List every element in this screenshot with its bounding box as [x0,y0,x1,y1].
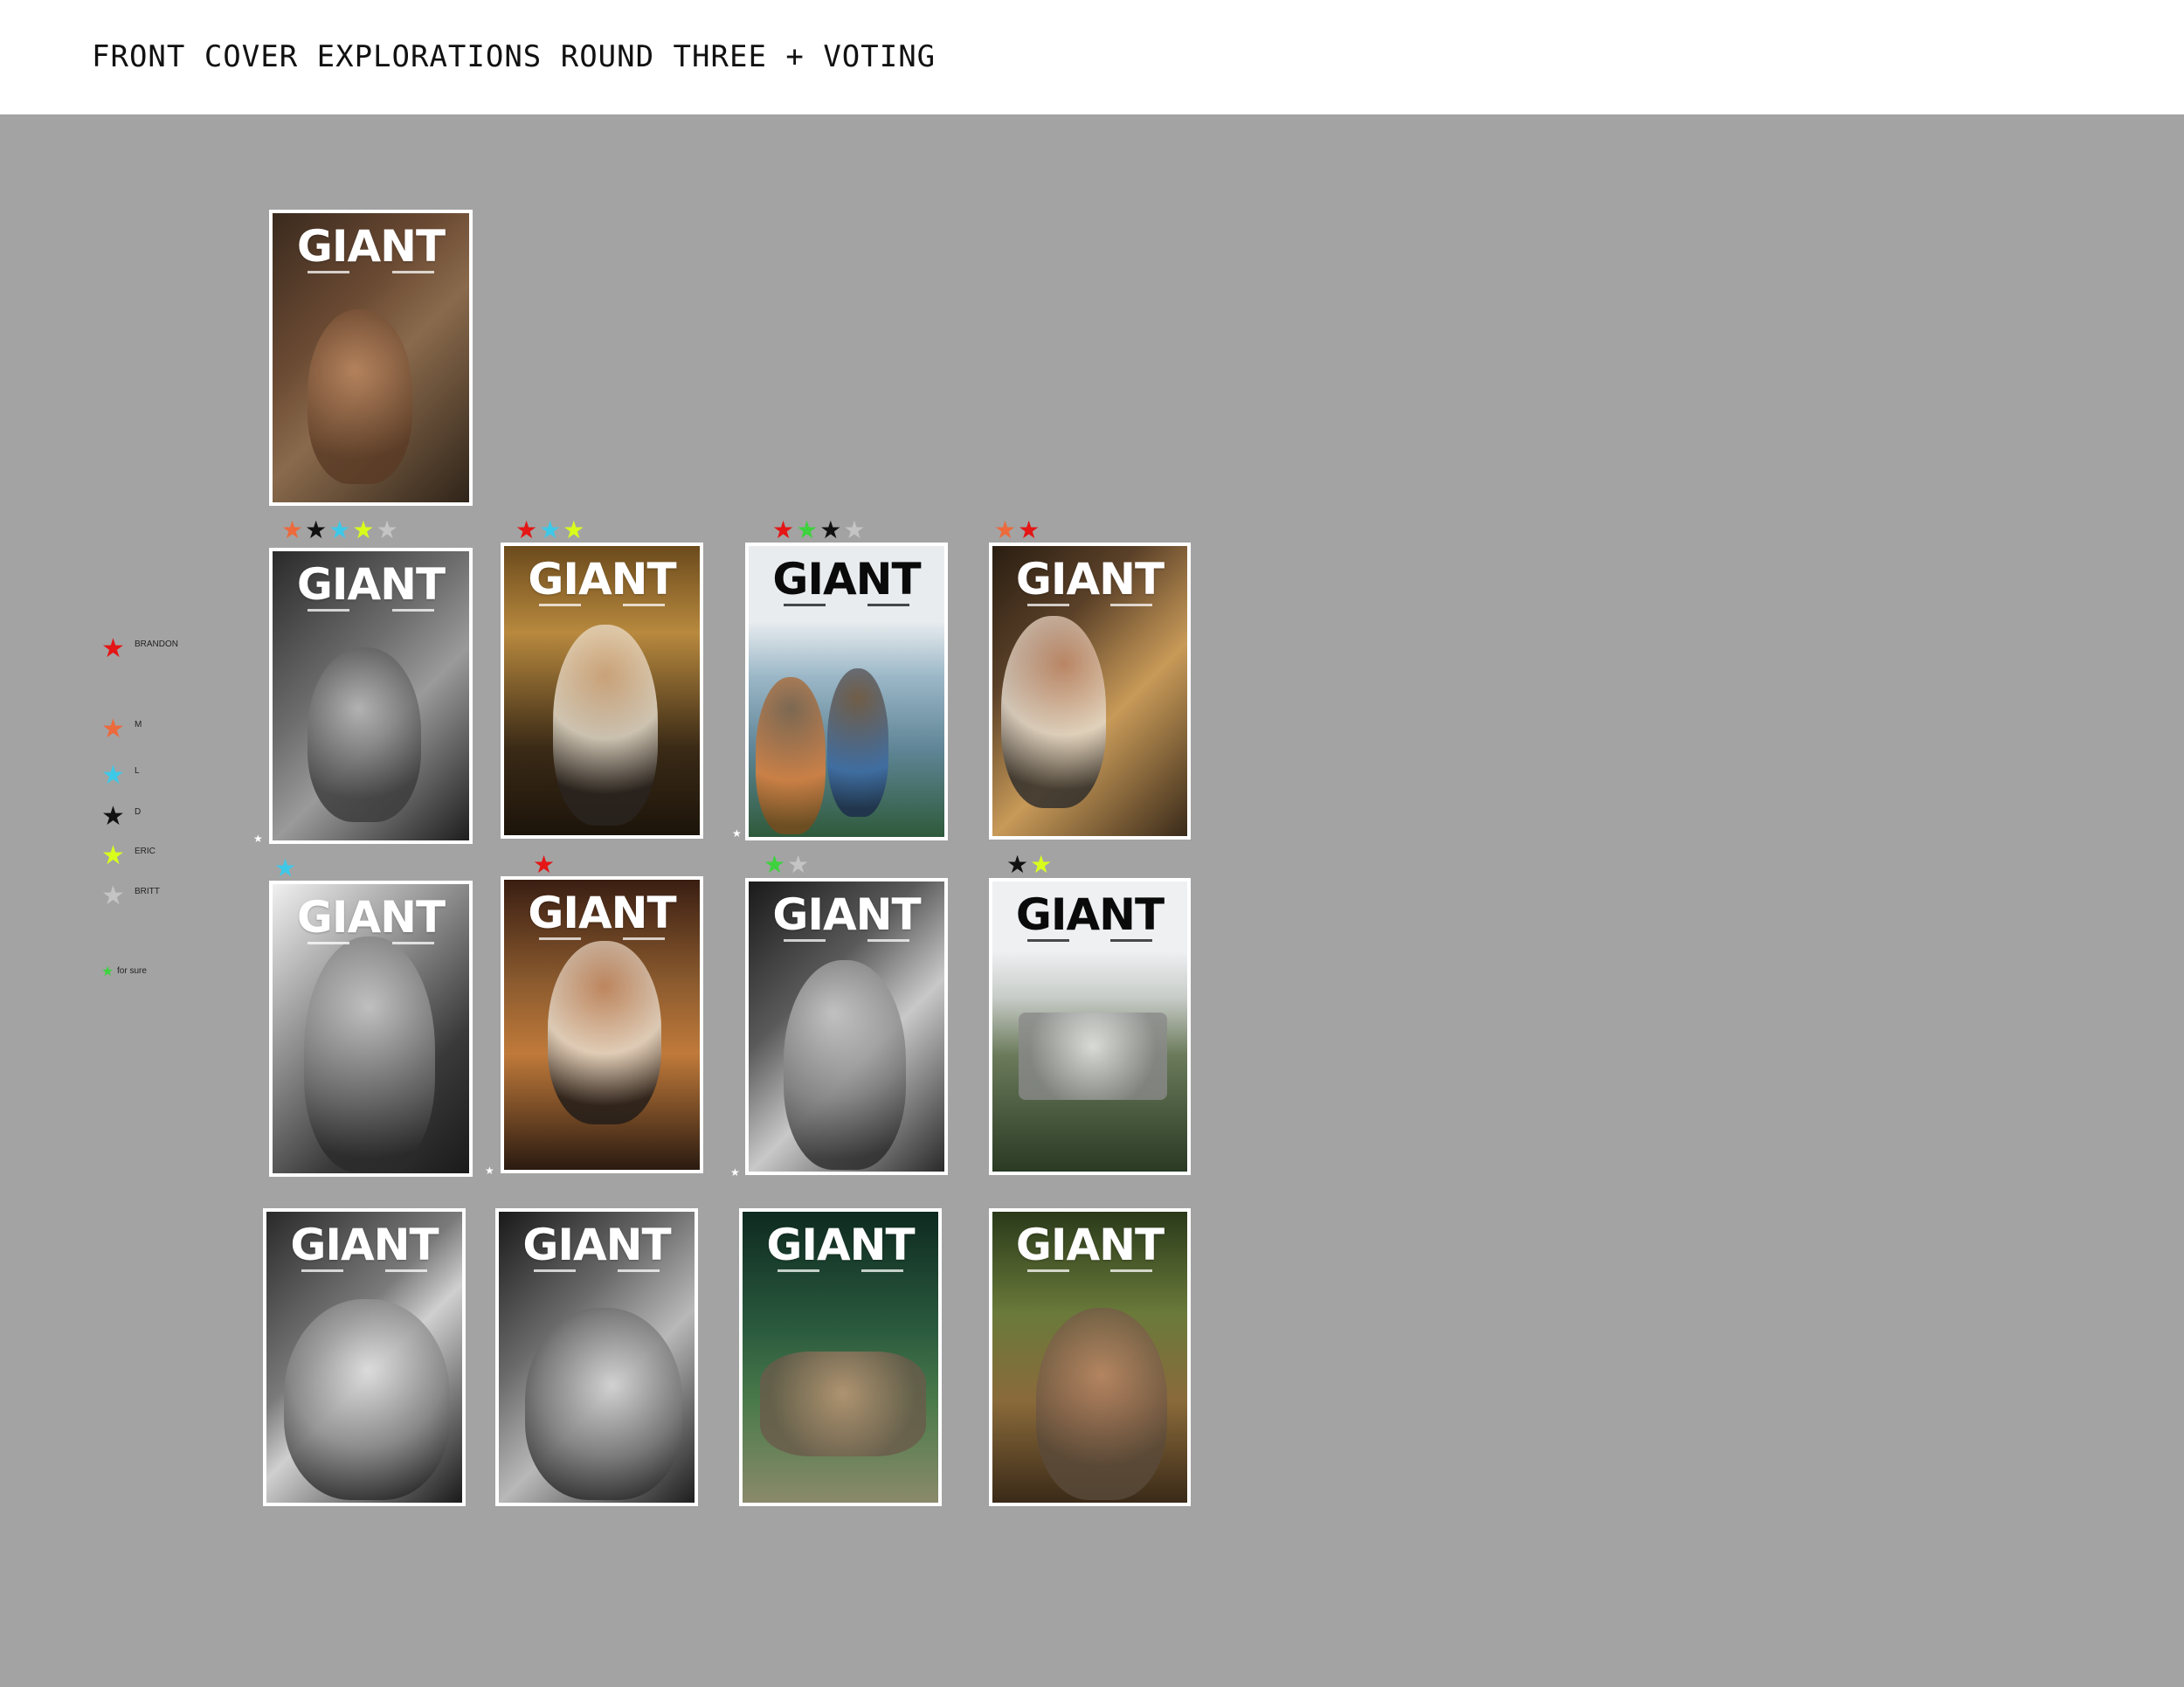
star-icon: ★ [485,1165,494,1177]
cover-masthead: GIANT [528,554,676,605]
page-header: FRONT COVER EXPLORATIONS ROUND THREE + V… [0,0,2184,114]
legend-label: D [135,807,142,817]
cover-card[interactable]: GIANT [269,210,473,506]
legend-label: L [135,766,140,776]
star-icon: ★ [764,850,786,879]
star-icon: ★ [101,714,125,744]
cover-masthead: GIANT [1015,554,1165,605]
cover-card[interactable]: GIANT [501,876,703,1173]
legend-label: ERIC [135,847,156,856]
vote-stars-cover-6: ★ [533,853,555,879]
vote-stars-cover-8: ★ ★ [1006,853,1052,879]
legend-item-eric: ★ ERIC [101,843,276,871]
page-title: FRONT COVER EXPLORATIONS ROUND THREE + V… [92,39,936,74]
cover-masthead: GIANT [1015,889,1165,940]
star-icon: ★ [563,515,585,544]
vote-stars-cover-2: ★ ★ ★ [515,518,584,544]
star-icon: ★ [352,515,375,544]
star-icon: ★ [787,850,810,879]
legend-label: for sure [117,966,147,976]
star-icon: ★ [533,850,556,879]
cover-card[interactable]: GIANT [269,881,473,1177]
legend-label: BRANDON [135,640,179,649]
cover-masthead: GIANT [290,1220,439,1270]
cover-card[interactable]: GIANT [269,548,473,844]
cover-card[interactable]: GIANT [989,543,1191,840]
star-icon: ★ [101,760,125,791]
star-icon: ★ [328,515,351,544]
star-icon: ★ [101,963,114,979]
star-icon: ★ [515,515,538,544]
cover-card[interactable]: GIANT [263,1208,466,1506]
cover-masthead: GIANT [528,888,676,938]
legend-item-d: ★ D [101,804,276,832]
star-icon: ★ [1030,850,1053,879]
cover-masthead: GIANT [772,554,921,605]
legend-item-brandon: ★ BRANDON [101,636,276,664]
legend-item-l: ★ L [101,763,276,791]
cover-card[interactable]: GIANT [745,878,948,1175]
cover-masthead: GIANT [1015,1220,1165,1270]
star-icon: ★ [305,515,328,544]
legend-item-for-sure: ★ for sure [101,964,276,992]
star-icon: ★ [1018,515,1040,544]
star-icon: ★ [539,515,562,544]
cover-card[interactable]: GIANT [989,878,1191,1175]
star-icon: ★ [101,801,125,832]
cover-masthead: GIANT [772,889,921,940]
star-icon: ★ [281,515,304,544]
star-icon: ★ [101,840,125,871]
star-icon: ★ [101,633,125,664]
star-icon: ★ [253,833,263,845]
star-icon: ★ [1006,850,1029,879]
star-icon: ★ [819,515,842,544]
vote-stars-cover-3: ★ ★ ★ ★ [772,518,865,544]
legend-label: BRITT [135,887,160,896]
legend-label: M [135,720,142,729]
vote-stars-cover-1: ★ ★ ★ ★ ★ [281,518,398,544]
vote-stars-cover-7: ★ ★ [764,853,809,879]
cover-masthead: GIANT [296,892,446,943]
star-icon: ★ [772,515,795,544]
star-icon: ★ [274,854,297,882]
star-icon: ★ [101,881,125,911]
vote-stars-cover-4: ★ ★ [994,518,1040,544]
star-icon: ★ [732,827,742,840]
cover-masthead: GIANT [296,221,446,272]
star-icon: ★ [994,515,1017,544]
star-icon: ★ [376,515,398,544]
cover-card[interactable]: GIANT [739,1208,942,1506]
cover-card[interactable]: GIANT [495,1208,698,1506]
cover-masthead: GIANT [522,1220,671,1270]
cover-card[interactable]: GIANT [745,543,948,840]
cover-card[interactable]: GIANT [989,1208,1191,1506]
cover-masthead: GIANT [296,559,446,610]
cover-masthead: GIANT [766,1220,915,1270]
cover-card[interactable]: GIANT [501,543,703,839]
legend-item-britt: ★ BRITT [101,883,276,911]
star-icon: ★ [843,515,866,544]
star-icon: ★ [796,515,819,544]
vote-stars-cover-5: ★ [274,856,296,882]
legend-item-m: ★ M [101,716,276,744]
star-icon: ★ [730,1166,740,1179]
